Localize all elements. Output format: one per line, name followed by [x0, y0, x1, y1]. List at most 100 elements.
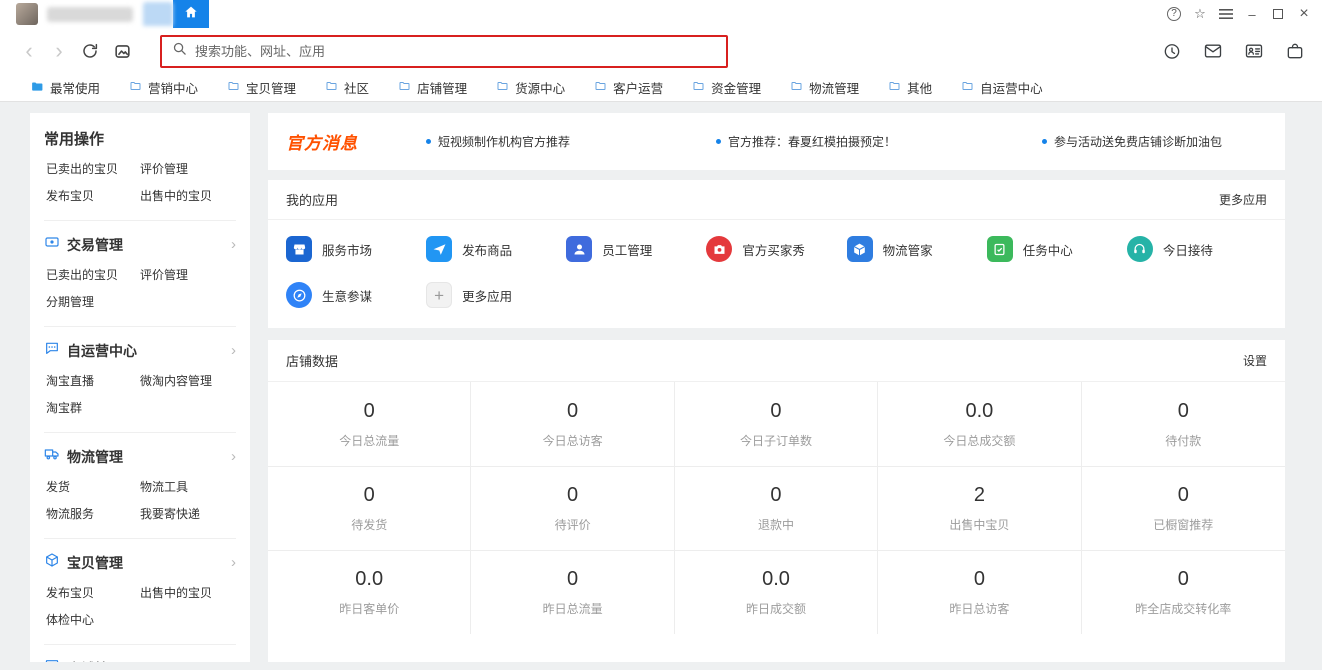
more-apps-link[interactable]: 更多应用 [1219, 191, 1267, 208]
app-tile-buyer-show[interactable]: 官方买家秀 [706, 236, 846, 262]
stat-cell[interactable]: 0.0 今日总成交额 [878, 382, 1081, 466]
stat-cell[interactable]: 0 已橱窗推荐 [1082, 466, 1285, 550]
message-item[interactable]: 官方推荐：春夏红模拍摄预定！ [716, 133, 896, 150]
home-tab[interactable] [173, 0, 209, 28]
sidebar-link[interactable]: 已卖出的宝贝 [46, 266, 132, 283]
message-item[interactable]: 短视频制作机构官方推荐 [426, 133, 570, 150]
nav-item-most-used[interactable]: 最常使用 [30, 78, 100, 97]
tab-redacted[interactable] [143, 2, 173, 26]
stat-cell[interactable]: 0 昨全店成交转化率 [1082, 550, 1285, 634]
shop-data-title: 店铺数据 [286, 351, 338, 370]
stat-cell[interactable]: 0 待付款 [1082, 382, 1285, 466]
app-tile-logistics-manager[interactable]: 物流管家 [847, 236, 987, 262]
sidebar-link[interactable]: 体检中心 [46, 611, 132, 628]
shop-data-card: 店铺数据 设置 0 今日总流量 0 今日总访客 0 今日子订单数 0.0 [268, 340, 1285, 662]
plus-icon: + [426, 282, 452, 308]
nav-item-items[interactable]: 宝贝管理 [227, 78, 296, 97]
back-button[interactable]: ‹ [14, 40, 44, 62]
chevron-right-icon: › [231, 343, 236, 358]
sidebar-link[interactable]: 评价管理 [140, 160, 236, 177]
group-title: 常用操作 [44, 128, 104, 149]
chevron-right-icon: › [231, 237, 236, 252]
sidebar-group-header[interactable]: 物流管理 › [44, 446, 236, 467]
avatar[interactable] [16, 3, 38, 25]
app-tile-more-apps[interactable]: + 更多应用 [426, 282, 566, 308]
sidebar-link[interactable]: 发货 [46, 478, 132, 495]
stat-cell[interactable]: 0 昨日总流量 [471, 550, 674, 634]
stat-cell[interactable]: 0.0 昨日客单价 [268, 550, 471, 634]
star-icon[interactable]: ☆ [1190, 4, 1210, 24]
user-name-redacted [47, 7, 133, 22]
stat-label: 今日总成交额 [943, 432, 1015, 449]
sidebar-link[interactable]: 物流服务 [46, 505, 132, 522]
bag-icon[interactable] [1281, 41, 1309, 61]
sidebar-link[interactable]: 发布宝贝 [46, 187, 132, 204]
stat-cell[interactable]: 0 昨日总访客 [878, 550, 1081, 634]
sidebar-link[interactable]: 淘宝直播 [46, 372, 132, 389]
app-tile-business-advisor[interactable]: 生意参谋 [286, 282, 426, 308]
sidebar-link[interactable]: 物流工具 [140, 478, 236, 495]
sidebar-group-header[interactable]: 店铺管理 › [44, 658, 236, 662]
forward-button[interactable]: › [44, 40, 74, 62]
nav-item-self-operation[interactable]: 自运营中心 [961, 78, 1043, 97]
maximize-button[interactable] [1268, 4, 1288, 24]
sidebar-link[interactable]: 出售中的宝贝 [140, 187, 236, 204]
my-apps-card: 我的应用 更多应用 服务市场 发布商品 [268, 180, 1285, 328]
sidebar-link[interactable]: 淘宝群 [46, 399, 132, 416]
mail-icon[interactable] [1199, 41, 1227, 61]
nav-item-other[interactable]: 其他 [888, 78, 932, 97]
app-tile-publish-item[interactable]: 发布商品 [426, 236, 566, 262]
sidebar-link[interactable]: 发布宝贝 [46, 584, 132, 601]
folder-icon [129, 80, 142, 95]
refresh-icon[interactable] [74, 42, 106, 60]
message-text: 参与活动送免费店铺诊断加油包 [1054, 133, 1222, 150]
minimize-button[interactable]: – [1242, 4, 1262, 24]
sidebar-link[interactable]: 已卖出的宝贝 [46, 160, 132, 177]
clock-icon[interactable] [1158, 41, 1186, 61]
app-tile-task-center[interactable]: 任务中心 [987, 236, 1127, 262]
screenshot-icon[interactable] [106, 42, 138, 61]
stat-cell[interactable]: 0 今日总访客 [471, 382, 674, 466]
official-messages-title: 官方消息 [286, 129, 398, 154]
nav-item-customer[interactable]: 客户运营 [594, 78, 663, 97]
search-bar[interactable] [160, 35, 728, 68]
nav-item-marketing[interactable]: 营销中心 [129, 78, 198, 97]
settings-link[interactable]: 设置 [1243, 352, 1267, 369]
stat-cell[interactable]: 2 出售中宝贝 [878, 466, 1081, 550]
stat-cell[interactable]: 0 退款中 [675, 466, 878, 550]
close-button[interactable]: × [1294, 4, 1314, 24]
nav-item-shop[interactable]: 店铺管理 [398, 78, 467, 97]
stat-cell[interactable]: 0.0 昨日成交额 [675, 550, 878, 634]
search-input[interactable] [195, 44, 716, 59]
help-icon[interactable]: ? [1164, 4, 1184, 24]
nav-item-supply[interactable]: 货源中心 [496, 78, 565, 97]
app-tile-staff[interactable]: 员工管理 [566, 236, 706, 262]
sidebar-link[interactable]: 评价管理 [140, 266, 236, 283]
folder-icon [398, 80, 411, 95]
sidebar-link[interactable]: 微淘内容管理 [140, 372, 236, 389]
app-tile-service-market[interactable]: 服务市场 [286, 236, 426, 262]
sidebar-link[interactable]: 我要寄快递 [140, 505, 236, 522]
nav-item-logistics[interactable]: 物流管理 [790, 78, 859, 97]
contact-card-icon[interactable] [1240, 41, 1268, 61]
menu-icon[interactable] [1216, 4, 1236, 24]
headset-icon [1127, 236, 1153, 262]
bullet-dot-icon [716, 139, 721, 144]
sidebar-group-header[interactable]: 自运营中心 › [44, 340, 236, 361]
message-item[interactable]: 参与活动送免费店铺诊断加油包 [1042, 133, 1222, 150]
sidebar-group-header[interactable]: 交易管理 › [44, 234, 236, 255]
stat-cell[interactable]: 0 待评价 [471, 466, 674, 550]
app-tile-reception[interactable]: 今日接待 [1127, 236, 1267, 262]
nav-item-community[interactable]: 社区 [325, 78, 369, 97]
stat-cell[interactable]: 0 今日子订单数 [675, 382, 878, 466]
sidebar-link[interactable]: 出售中的宝贝 [140, 584, 236, 601]
sidebar-group-header[interactable]: 宝贝管理 › [44, 552, 236, 573]
nav-item-funds[interactable]: 资金管理 [692, 78, 761, 97]
stat-cell[interactable]: 0 待发货 [268, 466, 471, 550]
sidebar-link[interactable]: 分期管理 [46, 293, 132, 310]
sidebar-group-self-operation: 自运营中心 › 淘宝直播 微淘内容管理 淘宝群 [44, 326, 236, 432]
app-label: 生意参谋 [322, 286, 372, 305]
stat-cell[interactable]: 0 今日总流量 [268, 382, 471, 466]
stat-label: 昨日总访客 [949, 600, 1009, 617]
chevron-right-icon: › [231, 661, 236, 662]
